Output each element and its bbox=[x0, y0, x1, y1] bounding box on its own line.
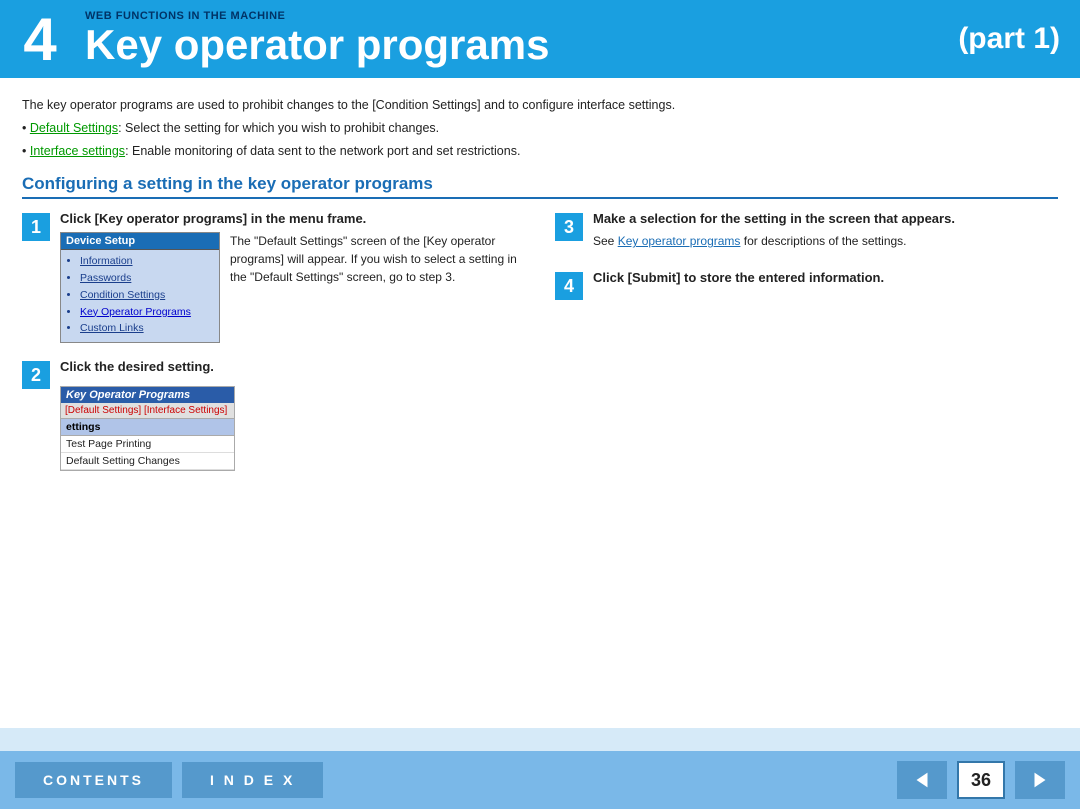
menu-item-condition-settings: Condition Settings bbox=[80, 287, 214, 304]
step-2-content: Click the desired setting. Key Operator … bbox=[60, 359, 525, 471]
kop-item-default-changes: Default Setting Changes bbox=[61, 453, 234, 470]
prev-button[interactable] bbox=[897, 761, 947, 799]
menu-screenshot-title: Device Setup bbox=[61, 233, 219, 250]
next-icon bbox=[1029, 769, 1051, 791]
interface-settings-link[interactable]: Interface settings bbox=[30, 144, 125, 158]
main-content: The key operator programs are used to pr… bbox=[0, 78, 1080, 728]
step-4-number: 4 bbox=[555, 272, 583, 300]
kop-tabs: [Default Settings] [Interface Settings] bbox=[61, 403, 234, 419]
steps-grid: 1 Click [Key operator programs] in the m… bbox=[22, 211, 1058, 487]
menu-item-key-operator: Key Operator Programs bbox=[80, 304, 214, 321]
device-setup-screenshot: Device Setup Information Passwords Condi… bbox=[60, 232, 220, 343]
step-2-heading: Click the desired setting. bbox=[60, 359, 525, 374]
step-2: 2 Click the desired setting. Key Operato… bbox=[22, 359, 525, 471]
steps-col1: 1 Click [Key operator programs] in the m… bbox=[22, 211, 525, 487]
page-number: 36 bbox=[957, 761, 1005, 799]
step-3-number: 3 bbox=[555, 213, 583, 241]
default-settings-link[interactable]: Default Settings bbox=[30, 121, 118, 135]
kop-tab-default[interactable]: [Default Settings] bbox=[65, 405, 141, 416]
step-1-detail: Device Setup Information Passwords Condi… bbox=[60, 232, 525, 343]
header-text-block: WEB FUNCTIONS IN THE MACHINE Key operato… bbox=[80, 0, 958, 78]
intro-bullet2: • Interface settings: Enable monitoring … bbox=[22, 142, 1058, 161]
steps-col2: 3 Make a selection for the setting in th… bbox=[555, 211, 1058, 487]
kop-item-test-page: Test Page Printing bbox=[61, 436, 234, 453]
intro-line1: The key operator programs are used to pr… bbox=[22, 96, 1058, 115]
contents-button[interactable]: CONTENTS bbox=[15, 762, 172, 798]
step-3: 3 Make a selection for the setting in th… bbox=[555, 211, 1058, 250]
section-title: Configuring a setting in the key operato… bbox=[22, 174, 1058, 199]
kop-screenshot: Key Operator Programs [Default Settings]… bbox=[60, 386, 235, 471]
kop-settings-label: ettings bbox=[61, 419, 234, 436]
menu-item-passwords: Passwords bbox=[80, 270, 214, 287]
menu-item-custom-links: Custom Links bbox=[80, 320, 214, 337]
step-1-caption: The "Default Settings" screen of the [Ke… bbox=[230, 232, 525, 343]
step-1-number: 1 bbox=[22, 213, 50, 241]
step-3-body: See Key operator programs for descriptio… bbox=[593, 232, 1058, 250]
menu-screenshot-items: Information Passwords Condition Settings… bbox=[61, 250, 219, 342]
kop-tab-interface[interactable]: [Interface Settings] bbox=[144, 405, 227, 416]
step-1: 1 Click [Key operator programs] in the m… bbox=[22, 211, 525, 343]
step-1-heading: Click [Key operator programs] in the men… bbox=[60, 211, 525, 226]
index-button[interactable]: I N D E X bbox=[182, 762, 323, 798]
page-header: 4 WEB FUNCTIONS IN THE MACHINE Key opera… bbox=[0, 0, 1080, 78]
step-1-content: Click [Key operator programs] in the men… bbox=[60, 211, 525, 343]
header-part: (part 1) bbox=[958, 0, 1080, 78]
prev-icon bbox=[911, 769, 933, 791]
step-3-content: Make a selection for the setting in the … bbox=[593, 211, 1058, 250]
bottom-bar: CONTENTS I N D E X 36 bbox=[0, 751, 1080, 809]
menu-item-information: Information bbox=[80, 253, 214, 270]
step-4: 4 Click [Submit] to store the entered in… bbox=[555, 270, 1058, 300]
step-4-content: Click [Submit] to store the entered info… bbox=[593, 270, 1058, 291]
step-4-heading: Click [Submit] to store the entered info… bbox=[593, 270, 1058, 285]
intro-bullet1: • Default Settings: Select the setting f… bbox=[22, 119, 1058, 138]
kop-title: Key Operator Programs bbox=[61, 387, 234, 403]
step-3-heading: Make a selection for the setting in the … bbox=[593, 211, 1058, 226]
header-title: Key operator programs bbox=[85, 22, 958, 68]
step-2-number: 2 bbox=[22, 361, 50, 389]
key-operator-link[interactable]: Key operator programs bbox=[618, 234, 741, 248]
chapter-number: 4 bbox=[0, 0, 80, 78]
next-button[interactable] bbox=[1015, 761, 1065, 799]
